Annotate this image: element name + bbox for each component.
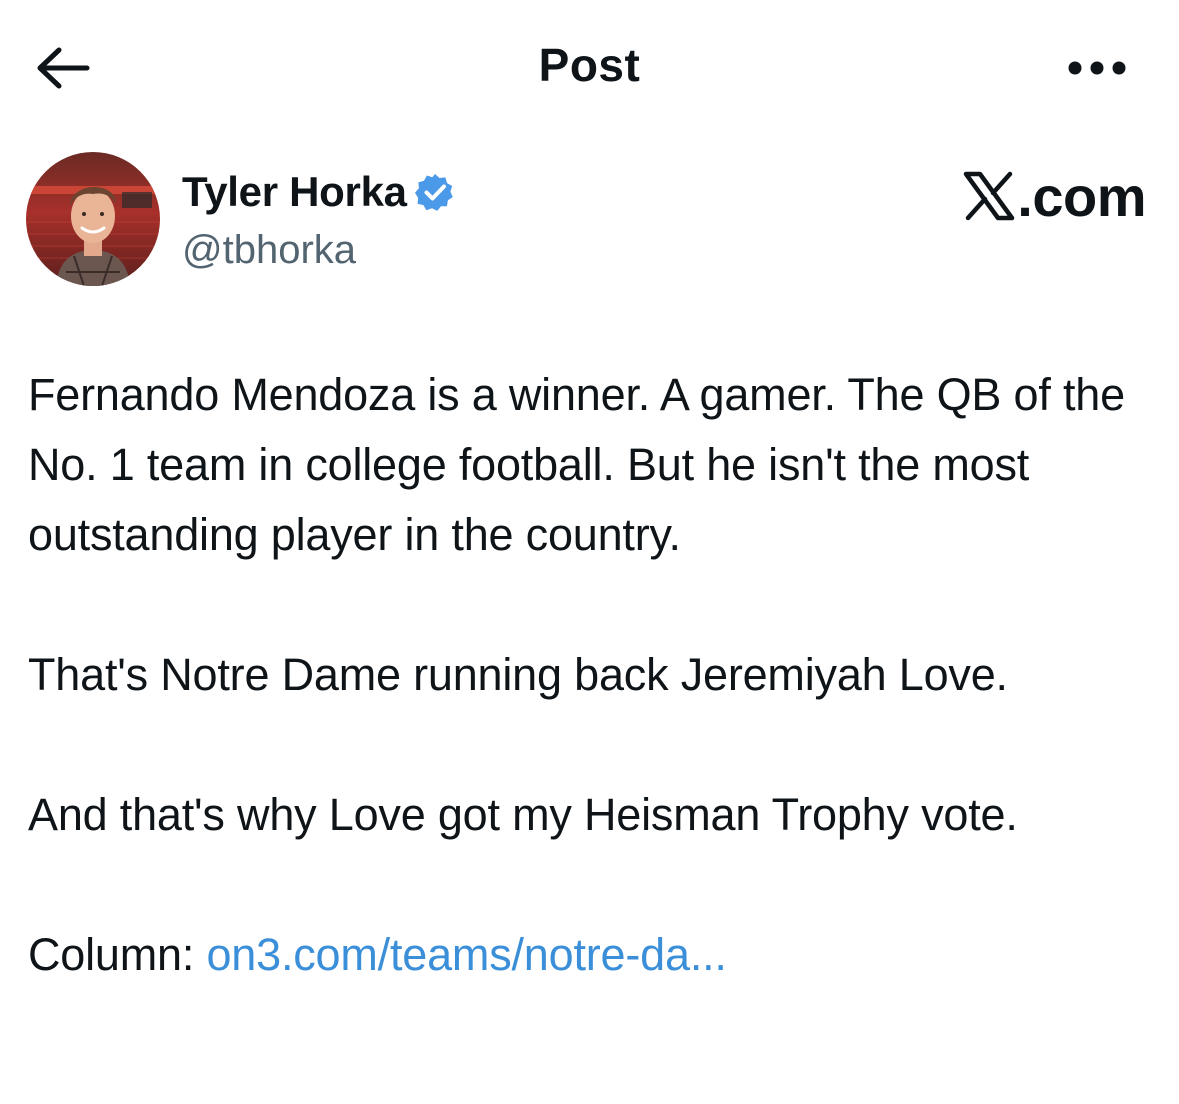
author-name: Tyler Horka [182, 168, 407, 215]
post-text: Fernando Mendoza is a winner. A gamer. T… [28, 360, 1148, 990]
column-label: Column: [28, 929, 207, 980]
post-paragraph-4: Column: on3.com/teams/notre-da... [28, 920, 1148, 990]
author-handle[interactable]: @tbhorka [182, 228, 356, 273]
author-name-row[interactable]: Tyler Horka [182, 168, 455, 216]
back-button[interactable] [30, 40, 94, 96]
verified-badge-icon [414, 172, 455, 212]
x-com-watermark: .com [963, 165, 1146, 228]
top-bar: Post [0, 0, 1179, 130]
column-link[interactable]: on3.com/teams/notre-da... [206, 929, 726, 980]
more-horizontal-icon [1068, 61, 1126, 75]
avatar-image [26, 152, 160, 286]
avatar[interactable] [26, 152, 160, 286]
author-header: Tyler Horka @tbhorka .com [26, 150, 1146, 290]
watermark-text: .com [1017, 164, 1146, 228]
post-paragraph-1: Fernando Mendoza is a winner. A gamer. T… [28, 369, 1125, 560]
more-options-button[interactable] [1052, 46, 1142, 90]
arrow-left-icon [37, 47, 90, 89]
x-logo-icon [964, 171, 1015, 221]
post-paragraph-3: And that's why Love got my Heisman Troph… [28, 789, 1018, 840]
page-title: Post [538, 39, 641, 91]
post-paragraph-2: That's Notre Dame running back Jeremiyah… [28, 649, 1008, 700]
